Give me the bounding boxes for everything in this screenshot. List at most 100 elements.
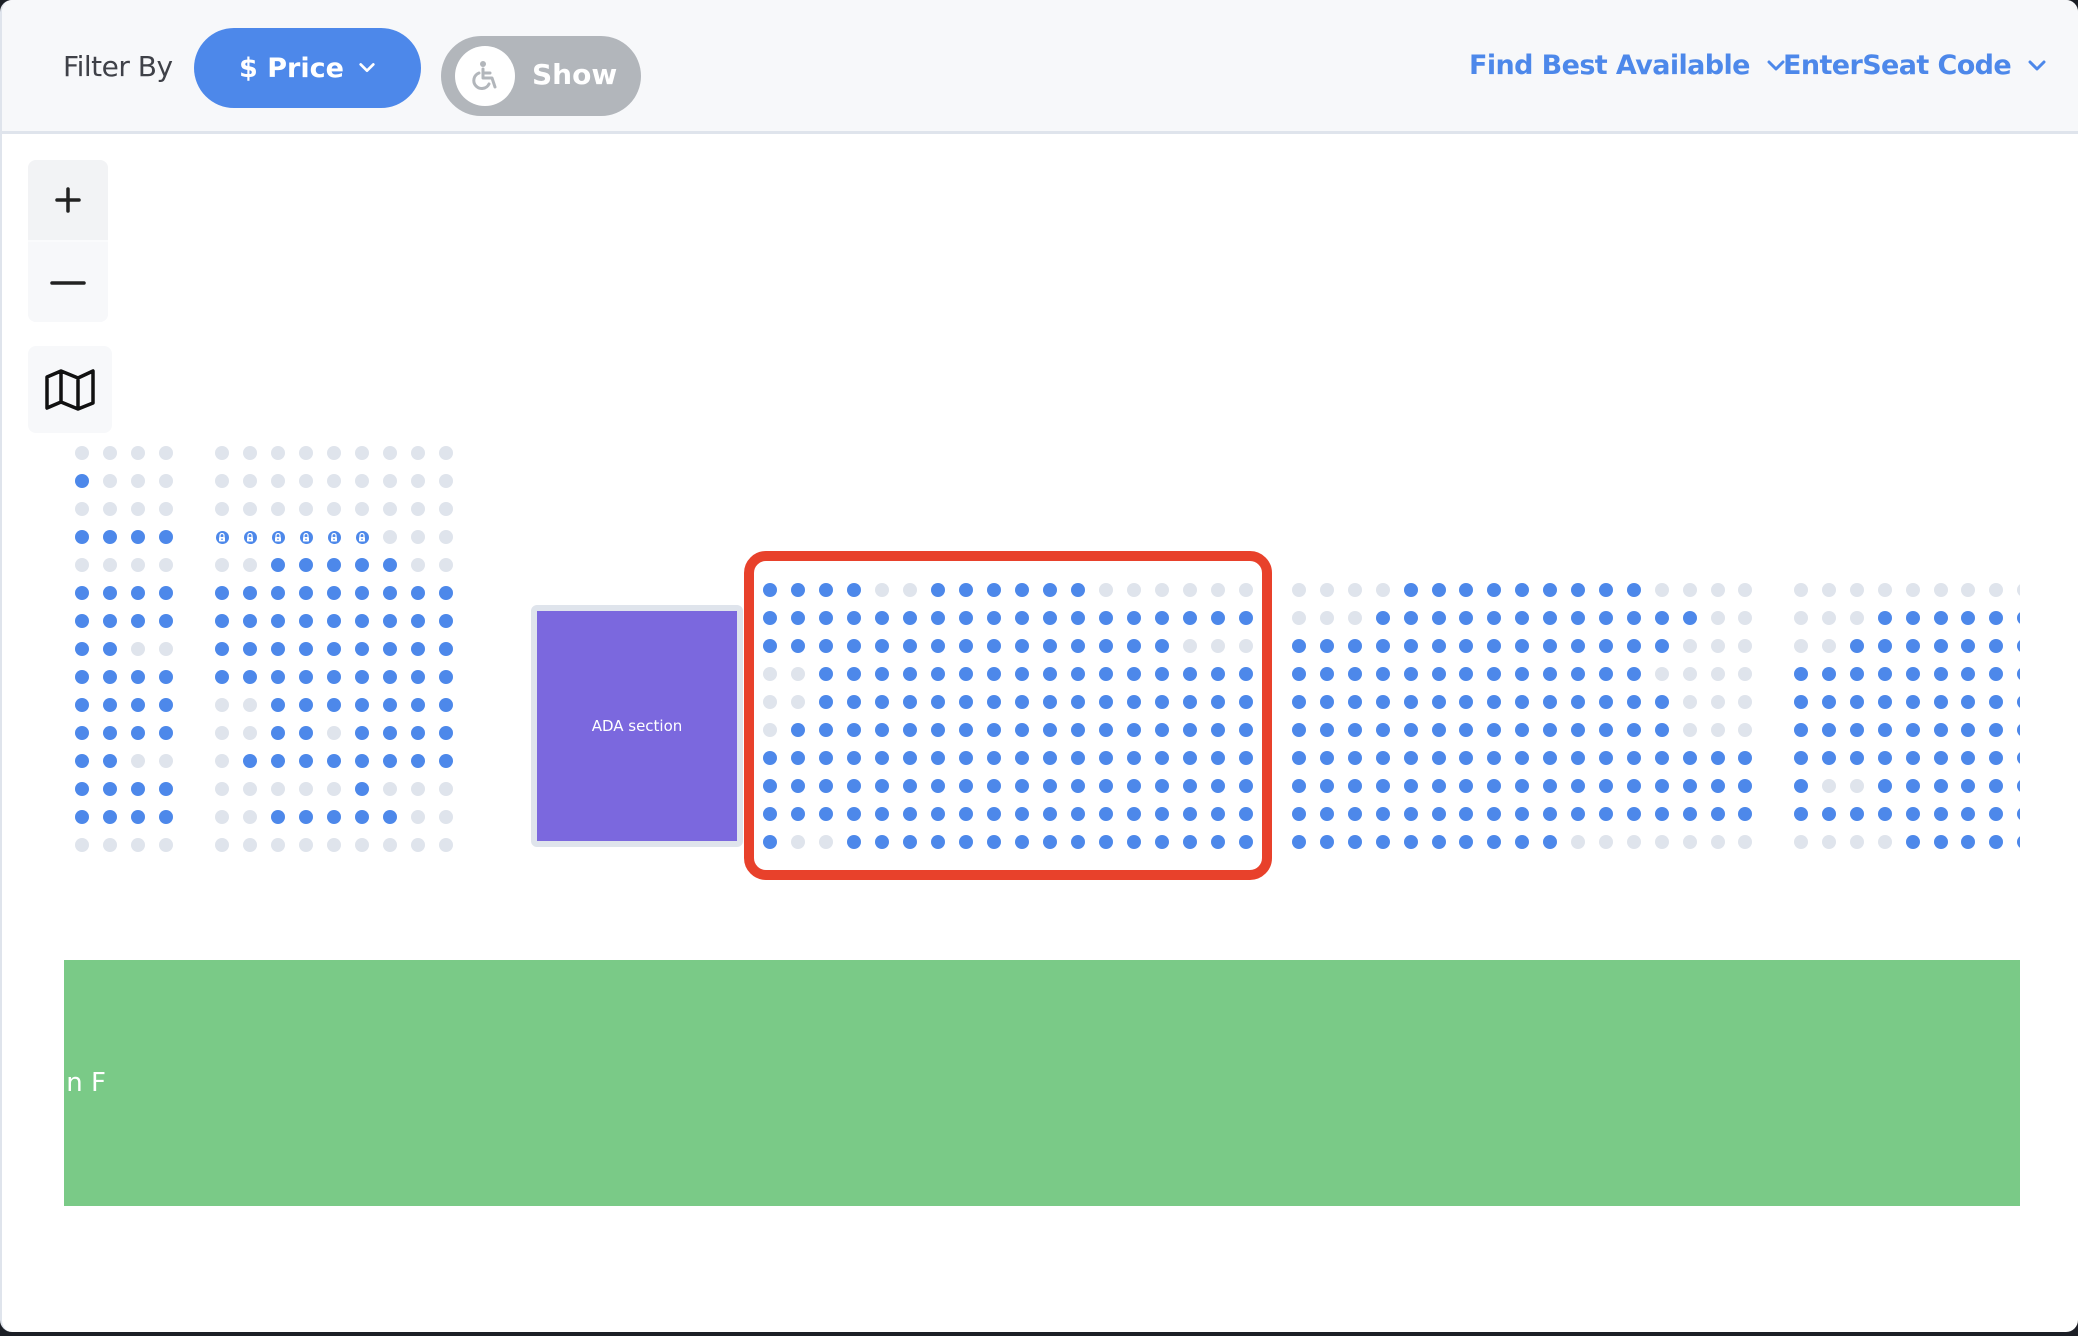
seat-available[interactable] [1015, 583, 1029, 597]
seat-available[interactable] [1571, 751, 1585, 765]
seat-available[interactable] [1403, 723, 1418, 737]
seat-available[interactable] [1239, 751, 1253, 765]
seat-available[interactable] [1375, 779, 1390, 793]
seat-available[interactable] [1487, 723, 1502, 737]
seat-available[interactable] [1347, 751, 1362, 765]
seat-available[interactable] [763, 639, 777, 653]
seat-available[interactable] [1099, 723, 1113, 737]
map-overview-button[interactable] [28, 346, 112, 433]
seat-available[interactable] [1654, 639, 1669, 653]
seat-available[interactable] [1598, 667, 1613, 681]
seat-available[interactable] [1571, 779, 1585, 793]
seat-available[interactable] [243, 642, 257, 656]
seat-available[interactable] [1015, 695, 1029, 709]
seat-available[interactable] [763, 835, 777, 849]
seat-available[interactable] [1459, 807, 1474, 821]
seat-available[interactable] [103, 586, 117, 600]
seat-available[interactable] [355, 670, 369, 684]
seat-available[interactable] [931, 807, 945, 821]
seat-available[interactable] [903, 779, 917, 793]
seat-available[interactable] [75, 698, 89, 712]
seat-available[interactable] [1183, 807, 1197, 821]
seat-available[interactable] [159, 670, 173, 684]
seat-available[interactable] [959, 583, 973, 597]
seat-available[interactable] [1543, 751, 1558, 765]
seat-available[interactable] [1849, 695, 1864, 709]
seat-available[interactable] [1319, 807, 1334, 821]
seat-available[interactable] [2017, 695, 2020, 709]
seat-available[interactable] [1989, 723, 2004, 737]
seat-available[interactable] [847, 723, 861, 737]
seat-available[interactable] [959, 667, 973, 681]
seat-available[interactable] [1319, 695, 1334, 709]
seat-available[interactable] [1071, 695, 1085, 709]
seat-available[interactable] [1071, 835, 1085, 849]
seat-available[interactable] [903, 639, 917, 653]
seat-available[interactable] [1794, 695, 1808, 709]
seat-available[interactable] [1961, 667, 1976, 681]
seat-available[interactable] [1099, 807, 1113, 821]
seat-available[interactable] [1989, 639, 2004, 653]
seat-available[interactable] [1043, 667, 1057, 681]
seat-available[interactable] [1043, 779, 1057, 793]
seat-available[interactable] [987, 583, 1001, 597]
seat-available[interactable] [1515, 583, 1530, 597]
seat-available[interactable] [75, 670, 89, 684]
seat-available[interactable] [1989, 751, 2004, 765]
seat-available[interactable] [1905, 751, 1920, 765]
seat-available[interactable] [159, 530, 173, 544]
seat-available[interactable] [1292, 667, 1306, 681]
seat-available[interactable] [383, 726, 397, 740]
seat-available[interactable] [1459, 695, 1474, 709]
seat-available[interactable] [383, 670, 397, 684]
seat-available[interactable] [875, 695, 889, 709]
seat-available[interactable] [159, 810, 173, 824]
seat-available[interactable] [1431, 695, 1446, 709]
seat-available[interactable] [1347, 667, 1362, 681]
seat-available[interactable] [903, 723, 917, 737]
seat-available[interactable] [1794, 667, 1808, 681]
seat-available[interactable] [1211, 667, 1225, 681]
seat-available[interactable] [1375, 835, 1390, 849]
seat-available[interactable] [1877, 779, 1892, 793]
seat-available[interactable] [1543, 723, 1558, 737]
seat-available[interactable] [847, 667, 861, 681]
seat-available[interactable] [1211, 779, 1225, 793]
seat-available[interactable] [1905, 695, 1920, 709]
seat-available[interactable] [1319, 723, 1334, 737]
seat-available[interactable] [1933, 639, 1948, 653]
seat-available[interactable] [959, 779, 973, 793]
seat-available[interactable] [1071, 751, 1085, 765]
seat-available[interactable] [1071, 667, 1085, 681]
seat-available[interactable] [1654, 723, 1669, 737]
seat-available[interactable] [131, 810, 145, 824]
seat-available[interactable] [2017, 779, 2020, 793]
seat-available[interactable] [75, 586, 89, 600]
seat-available[interactable] [763, 611, 777, 625]
seat-available[interactable] [327, 586, 341, 600]
seat-available[interactable] [383, 614, 397, 628]
seat-available[interactable] [791, 723, 805, 737]
seat-available[interactable] [1682, 807, 1697, 821]
seat-available[interactable] [1183, 667, 1197, 681]
seat-available[interactable] [987, 611, 1001, 625]
seat-available[interactable] [1127, 723, 1141, 737]
seat-available[interactable] [1211, 723, 1225, 737]
seat-available[interactable] [1961, 779, 1976, 793]
seat-available[interactable] [75, 754, 89, 768]
seat-available[interactable] [791, 779, 805, 793]
seat-available[interactable] [1155, 835, 1169, 849]
seat-available[interactable] [763, 779, 777, 793]
seat-available[interactable] [1849, 751, 1864, 765]
seat-available[interactable] [103, 614, 117, 628]
seat-available[interactable] [1989, 611, 2004, 625]
seat-available[interactable] [1849, 639, 1864, 653]
seat-available[interactable] [131, 614, 145, 628]
seat-available[interactable] [1403, 779, 1418, 793]
seat-available[interactable] [1403, 639, 1418, 653]
seat-available[interactable] [2017, 835, 2020, 849]
seat-available[interactable] [1933, 751, 1948, 765]
seat-available[interactable] [383, 754, 397, 768]
seat-available[interactable] [1989, 835, 2004, 849]
seat-available[interactable] [1459, 583, 1474, 597]
